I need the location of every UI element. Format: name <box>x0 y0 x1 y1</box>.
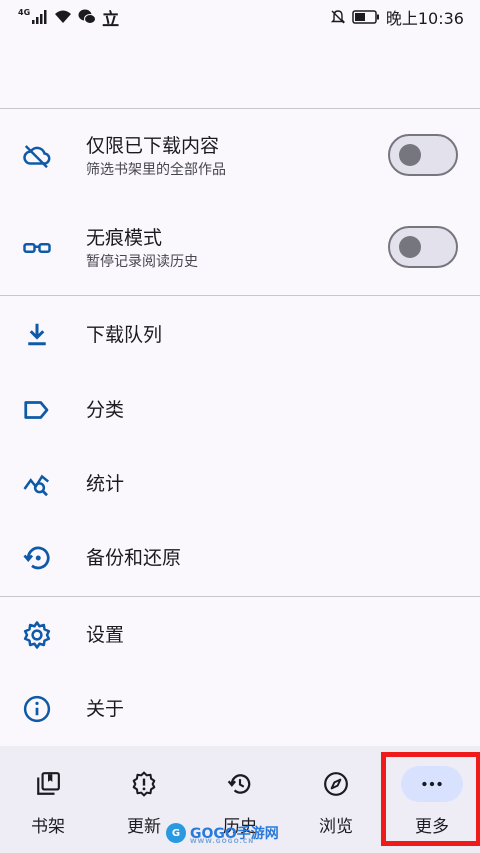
menu-label: 分类 <box>86 399 125 421</box>
menu-item-backup[interactable]: 备份和还原 <box>0 521 480 595</box>
row-subtitle: 筛选书架里的全部作品 <box>86 162 226 178</box>
nav-browse[interactable]: 浏览 <box>288 746 384 853</box>
glasses-icon <box>20 231 54 265</box>
new-release-icon <box>113 766 175 802</box>
row-texts: 统计 <box>86 472 124 496</box>
switch-knob <box>399 144 421 166</box>
divider <box>0 295 480 296</box>
label-icon <box>20 393 54 427</box>
downloaded-only-switch[interactable] <box>388 134 458 176</box>
cloud-off-icon <box>20 139 54 173</box>
row-title: 无痕模式 <box>86 227 163 249</box>
watermark-logo-icon: G <box>166 823 186 843</box>
compass-icon <box>305 766 367 802</box>
divider <box>0 596 480 597</box>
wechat-icon <box>78 9 97 24</box>
downloaded-only-row[interactable]: 仅限已下载内容 筛选书架里的全部作品 <box>0 110 480 202</box>
watermark: G GOGO手游网 WWW.GOGO.CN <box>166 818 279 848</box>
row-texts: 下载队列 <box>86 323 162 347</box>
nav-label: 书架 <box>31 817 65 837</box>
clock: 晚上10:36 <box>385 9 464 28</box>
divider <box>0 108 480 109</box>
row-texts: 分类 <box>86 398 124 422</box>
restore-icon <box>20 541 54 575</box>
wifi-icon <box>55 10 72 23</box>
menu-label: 下载队列 <box>86 324 163 346</box>
signal-icon <box>32 10 47 24</box>
row-texts: 设置 <box>86 623 124 647</box>
library-icon <box>17 766 79 802</box>
row-subtitle: 暂停记录阅读历史 <box>86 254 198 270</box>
info-icon <box>20 692 54 726</box>
menu-label: 关于 <box>86 698 125 720</box>
incognito-row[interactable]: 无痕模式 暂停记录阅读历史 <box>0 202 480 294</box>
row-texts: 仅限已下载内容 筛选书架里的全部作品 <box>86 134 226 180</box>
menu-label: 统计 <box>86 473 125 495</box>
row-texts: 备份和还原 <box>86 546 181 570</box>
switch-knob <box>399 236 421 258</box>
menu-item-categories[interactable]: 分类 <box>0 373 480 447</box>
row-texts: 无痕模式 暂停记录阅读历史 <box>86 226 198 272</box>
menu-item-stats[interactable]: 统计 <box>0 447 480 521</box>
mute-bell-icon <box>330 10 346 24</box>
menu-item-download-queue[interactable]: 下载队列 <box>0 297 480 373</box>
status-left: 4G 立 <box>18 5 119 30</box>
nav-label: 浏览 <box>319 817 353 837</box>
status-right: 晚上10:36 <box>330 5 464 29</box>
row-texts: 关于 <box>86 697 124 721</box>
row-title: 仅限已下载内容 <box>86 135 220 157</box>
battery-icon <box>352 10 379 24</box>
menu-item-about[interactable]: 关于 <box>0 672 480 746</box>
incognito-switch[interactable] <box>388 226 458 268</box>
query-stats-icon <box>20 467 54 501</box>
carrier-glyph: 立 <box>102 9 120 30</box>
nav-label: 更新 <box>127 817 161 837</box>
gear-icon <box>20 618 54 652</box>
highlight-annotation-box <box>381 752 480 846</box>
menu-label: 备份和还原 <box>86 547 182 569</box>
menu-label: 设置 <box>86 624 125 646</box>
watermark-url: WWW.GOGO.CN <box>190 838 255 845</box>
network-type: 4G <box>18 7 31 17</box>
history-icon <box>209 766 271 802</box>
toolbar-area <box>0 34 480 108</box>
download-icon <box>20 318 54 352</box>
status-bar: 4G 立 晚上10:36 <box>0 0 480 34</box>
nav-library[interactable]: 书架 <box>0 746 96 853</box>
menu-item-settings[interactable]: 设置 <box>0 598 480 672</box>
